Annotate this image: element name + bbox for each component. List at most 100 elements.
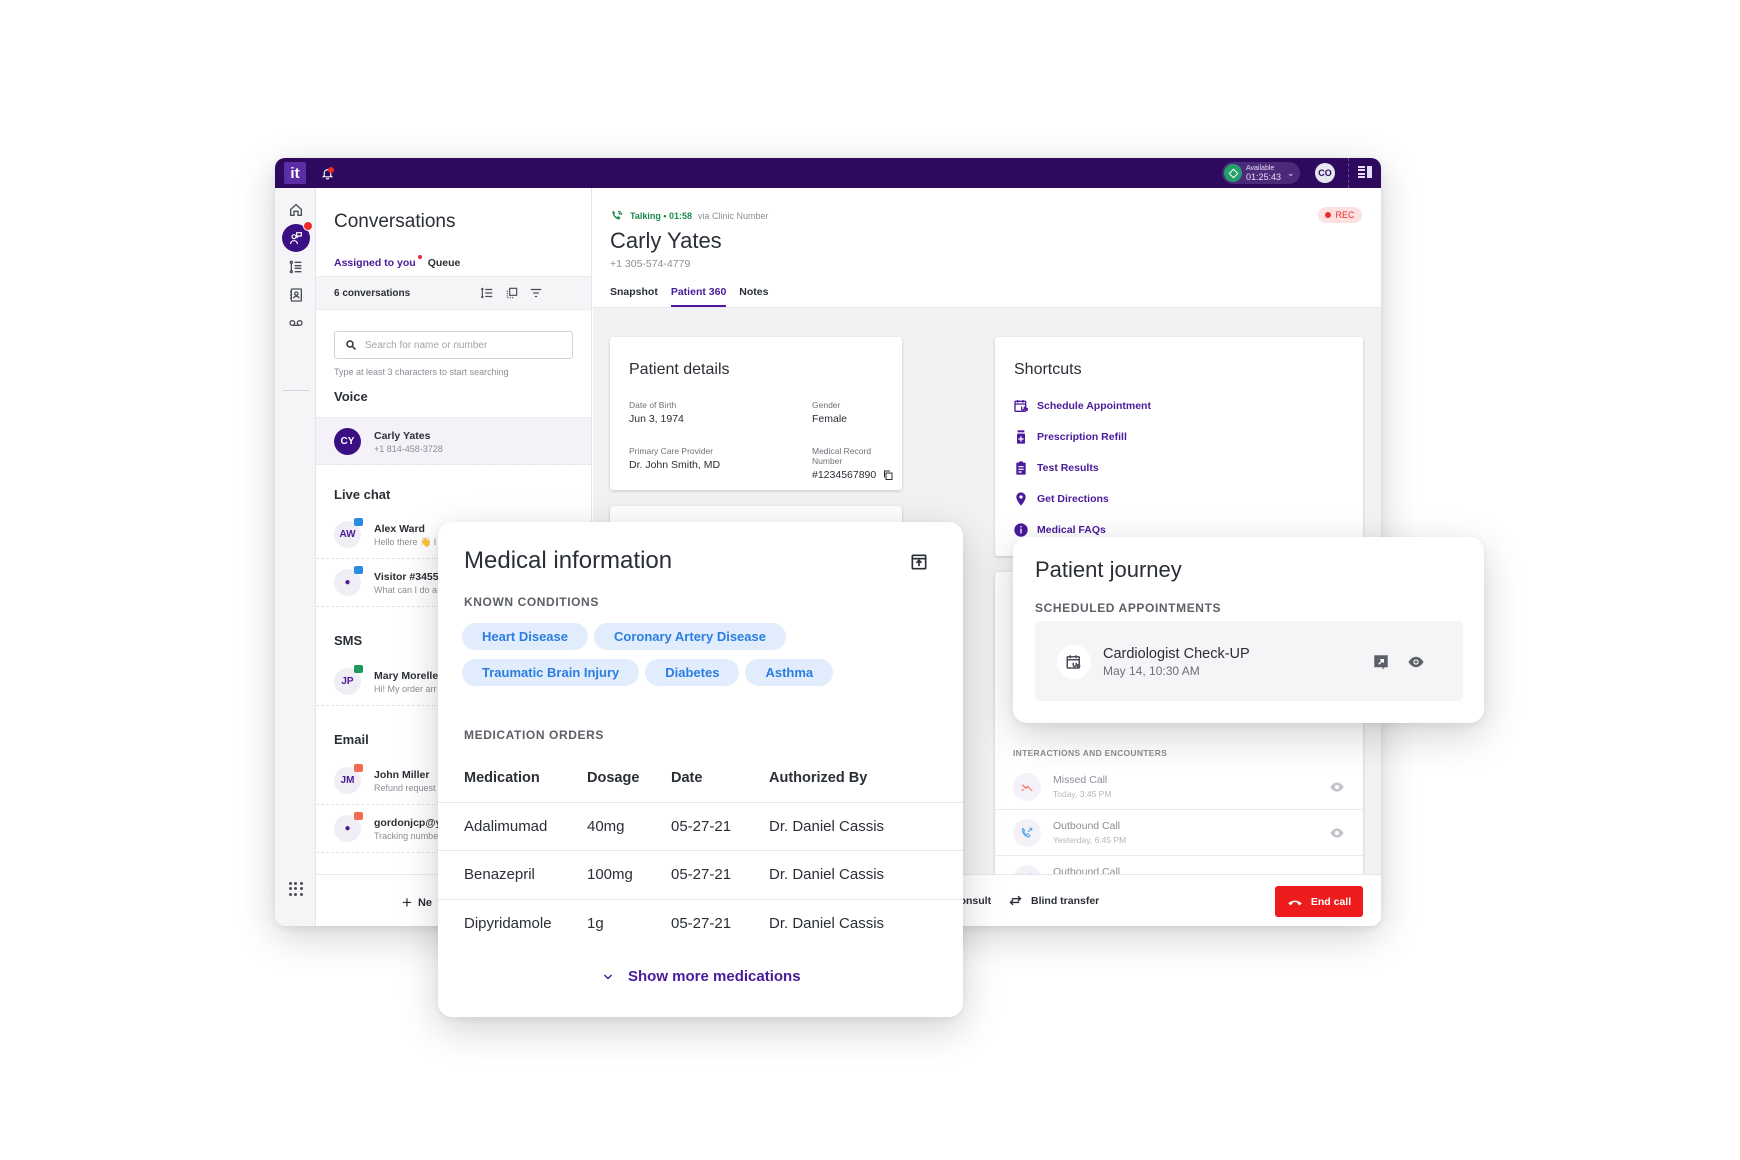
shortcut-schedule-appointment[interactable]: Schedule Appointment <box>1013 398 1151 414</box>
plus-icon: + <box>402 893 412 912</box>
tab-patient-360[interactable]: Patient 360 <box>670 286 727 307</box>
shortcut-prescription-refill[interactable]: Prescription Refill <box>1013 429 1127 445</box>
clipboard-icon <box>1016 461 1026 475</box>
sms-channel-icon <box>354 665 363 673</box>
scheduled-appointments-heading: SCHEDULED APPOINTMENTS <box>1035 601 1222 615</box>
contact-name: Carly Yates <box>374 430 431 442</box>
apps-grid-icon[interactable] <box>289 882 303 896</box>
section-email: Email <box>334 732 369 747</box>
end-call-button[interactable]: End call <box>1275 886 1363 917</box>
appointment-item[interactable]: Cardiologist Check-UP May 14, 10:30 AM <box>1035 621 1463 701</box>
eye-icon[interactable] <box>1406 653 1426 671</box>
medical-information-title: Medical information <box>464 547 673 574</box>
appointment-title: Cardiologist Check-UP <box>1103 646 1250 662</box>
filter-icon[interactable] <box>529 286 543 300</box>
caller-name: Carly Yates <box>610 228 722 253</box>
column-medication: Medication <box>464 769 540 786</box>
shortcuts-title: Shortcuts <box>1014 361 1082 378</box>
table-row: Adalimumad 40mg 05-27-21 Dr. Daniel Cass… <box>438 801 963 851</box>
rail-home[interactable] <box>283 197 309 223</box>
via-label: via Clinic Number <box>698 211 769 221</box>
availability-status[interactable]: Available 01:25:43 ⌄ <box>1222 162 1300 184</box>
column-authorized-by: Authorized By <box>769 769 868 786</box>
nav-rail <box>275 188 316 926</box>
shortcut-get-directions[interactable]: Get Directions <box>1013 491 1109 507</box>
email-channel-icon <box>354 764 363 772</box>
chevron-down-icon <box>603 973 613 980</box>
rail-voicemail[interactable] <box>283 310 309 336</box>
transfer-icon <box>1009 895 1022 906</box>
contact-name: John Miller <box>374 769 430 781</box>
recording-badge: REC <box>1318 207 1362 223</box>
section-voice: Voice <box>334 389 368 404</box>
field-gender: Gender Female <box>812 400 848 425</box>
shortcut-medical-faqs[interactable]: Medical FAQs <box>1013 522 1106 538</box>
tab-notes[interactable]: Notes <box>739 286 768 307</box>
avatar: CY <box>334 428 361 455</box>
condition-chip[interactable]: Coronary Artery Disease <box>594 623 786 650</box>
app-logo[interactable]: it <box>284 162 306 184</box>
search-hint: Type at least 3 characters to start sear… <box>334 367 509 377</box>
rail-contacts[interactable] <box>283 282 309 308</box>
show-more-medications-button[interactable]: Show more medications <box>602 968 801 985</box>
conversations-icon <box>290 232 302 245</box>
condition-chip[interactable]: Asthma <box>745 659 834 686</box>
shortcut-test-results[interactable]: Test Results <box>1013 460 1099 476</box>
conversations-title: Conversations <box>334 211 456 232</box>
voicemail-icon <box>289 320 303 326</box>
field-medical-record-number: Medical Record Number #1234567890 <box>812 446 902 481</box>
appointment-time: May 14, 10:30 AM <box>1103 664 1200 678</box>
conversation-item[interactable]: CY Carly Yates +1 814-458-3728 <box>316 417 591 465</box>
condition-chip[interactable]: Traumatic Brain Injury <box>462 659 640 686</box>
patient-journey-card: Patient journey SCHEDULED APPOINTMENTS C… <box>1013 537 1484 723</box>
notifications-button[interactable] <box>318 164 336 182</box>
email-channel-icon <box>354 812 363 820</box>
encounter-row[interactable]: Missed Call Today, 3:45 PM <box>995 764 1363 810</box>
search-field[interactable] <box>334 331 573 359</box>
notification-badge <box>303 221 313 231</box>
contact-preview: Refund request <box>374 783 436 793</box>
conversation-count: 6 conversations <box>334 288 411 299</box>
field-primary-care-provider: Primary Care Provider Dr. John Smith, MD <box>629 446 721 471</box>
table-row: Dipyridamole 1g 05-27-21 Dr. Daniel Cass… <box>438 898 963 948</box>
chat-channel-icon <box>354 566 363 574</box>
unread-dot <box>417 255 422 259</box>
section-sms: SMS <box>334 633 363 648</box>
eye-icon[interactable] <box>1329 779 1345 795</box>
condition-chip[interactable]: Diabetes <box>645 659 740 686</box>
sort-icon[interactable] <box>480 286 494 300</box>
search-input[interactable] <box>365 339 555 351</box>
open-external-icon[interactable] <box>1372 653 1390 671</box>
column-dosage: Dosage <box>587 769 640 786</box>
contact-preview: Tracking numbe <box>374 831 439 841</box>
condition-chip[interactable]: Heart Disease <box>462 623 588 650</box>
user-avatar[interactable]: CO <box>1315 163 1335 183</box>
available-icon <box>1224 164 1242 182</box>
eye-icon[interactable] <box>1329 825 1345 841</box>
encounter-row[interactable]: Outbound Call Yesterday, 6:45 PM <box>995 810 1363 856</box>
rail-queue[interactable] <box>283 254 309 280</box>
info-icon <box>1014 523 1028 537</box>
conversations-toolbar: 6 conversations <box>316 276 591 310</box>
select-icon[interactable] <box>505 286 519 300</box>
pop-out-icon[interactable] <box>909 552 929 572</box>
section-live-chat: Live chat <box>334 487 391 502</box>
list-icon <box>289 260 302 274</box>
shortcuts-card: Shortcuts Schedule Appointment Prescript… <box>995 337 1363 556</box>
blind-transfer-button[interactable]: Blind transfer <box>1008 893 1099 908</box>
caller-phone: +1 305-574-4779 <box>610 258 691 270</box>
tab-snapshot[interactable]: Snapshot <box>610 286 658 307</box>
contact-preview: Hello there 👋 I <box>374 537 437 547</box>
new-conversation-button[interactable]: + Ne <box>402 893 432 913</box>
calendar-stethoscope-icon <box>1014 400 1028 412</box>
rail-conversations[interactable] <box>282 221 313 252</box>
field-dob: Date of Birth Jun 3, 1974 <box>629 400 684 425</box>
calendar-stethoscope-icon <box>1066 655 1081 669</box>
contact-name: Mary Morelle <box>374 670 439 682</box>
chat-channel-icon <box>354 518 363 526</box>
copy-icon[interactable] <box>882 469 894 481</box>
status-timer: 01:25:43 <box>1246 172 1282 182</box>
contacts-icon <box>290 288 302 302</box>
hang-up-icon <box>1288 900 1302 905</box>
panel-toggle-button[interactable] <box>1358 166 1372 178</box>
